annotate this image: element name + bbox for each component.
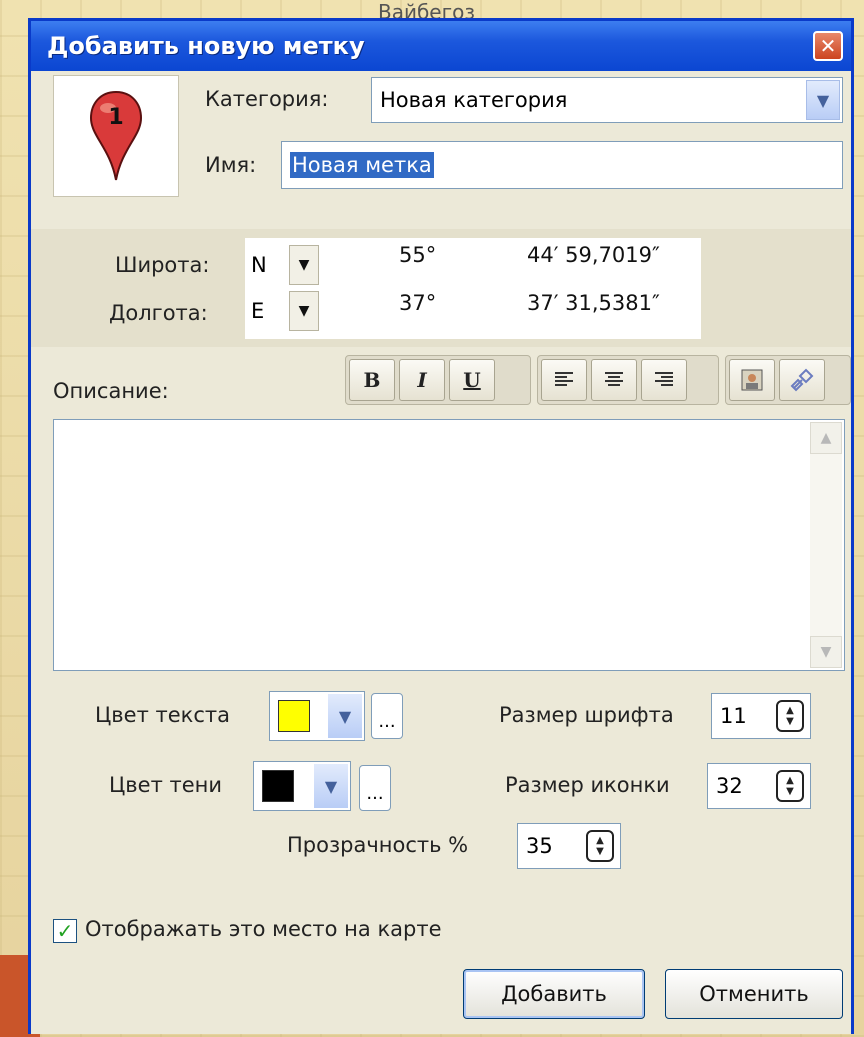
latitude-hemisphere[interactable]: N [245,245,287,285]
text-color-picker[interactable]: ▼ [269,691,365,741]
font-size-label: Размер шрифта [499,703,674,727]
description-scrollbar[interactable]: ▲ ▼ [810,422,842,668]
ellipsis-icon: ... [366,783,384,804]
add-button-label: Добавить [501,982,607,1006]
shadow-color-picker[interactable]: ▼ [253,761,351,811]
marker-number: 1 [108,105,123,130]
latitude-degrees[interactable]: 55° [399,243,436,267]
font-size-spinner[interactable]: 11 ▲ ▼ [711,693,811,739]
description-textarea[interactable]: ▲ ▼ [53,419,845,671]
cancel-button[interactable]: Отменить [665,969,843,1019]
underline-icon: U [463,368,481,392]
text-style-toolbar: B I U [345,355,531,405]
latitude-hemisphere-dropdown[interactable]: ▼ [289,245,319,285]
chevron-up-icon: ▲ [820,430,832,446]
icon-size-label: Размер иконки [505,773,670,797]
name-input[interactable]: Новая метка [281,141,843,189]
longitude-hemisphere[interactable]: E [245,291,287,331]
description-label: Описание: [53,379,169,403]
arrow-down-icon: ▼ [786,716,794,727]
dialog-title: Добавить новую метку [47,32,365,60]
cancel-button-label: Отменить [699,982,809,1006]
scroll-up-button[interactable]: ▲ [810,422,842,454]
bold-button[interactable]: B [349,359,395,401]
category-dropdown-button[interactable]: ▼ [806,80,840,120]
chevron-down-icon: ▼ [816,90,830,110]
arrow-up-icon: ▲ [596,835,604,846]
ellipsis-icon: ... [378,711,396,732]
shadow-color-swatch [262,770,294,802]
arrow-up-icon: ▲ [786,705,794,716]
arrow-down-icon: ▼ [596,846,604,857]
longitude-hemisphere-dropdown[interactable]: ▼ [289,291,319,331]
show-on-map-label[interactable]: Отображать это место на карте [85,917,442,941]
underline-button[interactable]: U [449,359,495,401]
chevron-down-icon: ▼ [338,706,352,726]
caret-down-icon: ▼ [298,257,310,273]
icon-size-spinner[interactable]: 32 ▲ ▼ [707,763,811,809]
text-color-label: Цвет текста [95,703,230,727]
icon-size-value: 32 [716,774,743,798]
transparency-spinner[interactable]: 35 ▲ ▼ [517,823,621,869]
align-center-icon [605,372,623,386]
add-button[interactable]: Добавить [463,969,645,1019]
align-right-icon [655,372,673,386]
title-bar[interactable]: Добавить новую метку ✕ [31,21,851,71]
shadow-color-label: Цвет тени [109,773,223,797]
category-value: Новая категория [380,88,568,112]
icon-size-spin-button[interactable]: ▲ ▼ [776,770,804,802]
shadow-color-dropdown[interactable]: ▼ [314,764,348,808]
name-value: Новая метка [290,152,434,178]
shadow-color-more-button[interactable]: ... [359,765,391,811]
bold-icon: B [363,368,381,392]
align-left-icon [555,372,573,386]
category-select[interactable]: Новая категория ▼ [371,77,843,123]
checkmark-icon: ✓ [56,919,74,943]
font-size-value: 11 [720,704,747,728]
add-placemark-dialog: Добавить новую метку ✕ 1 Категория: Нова… [28,18,854,1034]
align-center-button[interactable] [591,359,637,401]
insert-link-button[interactable] [779,359,825,401]
name-label: Имя: [205,153,257,177]
alignment-toolbar [537,355,719,405]
transparency-spin-button[interactable]: ▲ ▼ [586,830,614,862]
text-color-more-button[interactable]: ... [371,693,403,739]
transparency-label: Прозрачность % [287,833,469,857]
longitude-degrees[interactable]: 37° [399,291,436,315]
show-on-map-checkbox[interactable]: ✓ [53,919,77,943]
align-right-button[interactable] [641,359,687,401]
text-color-dropdown[interactable]: ▼ [328,694,362,738]
scroll-down-button[interactable]: ▼ [810,636,842,668]
font-size-spin-button[interactable]: ▲ ▼ [776,700,804,732]
text-color-swatch [278,700,310,732]
chevron-down-icon: ▼ [820,644,832,660]
longitude-label: Долгота: [109,301,208,325]
chevron-down-icon: ▼ [324,776,338,796]
arrow-up-icon: ▲ [786,775,794,786]
insert-toolbar [725,355,851,405]
latitude-minutes-seconds[interactable]: 44′ 59,7019″ [527,243,660,267]
insert-image-button[interactable] [729,359,775,401]
map-pin-icon: 1 [89,90,143,181]
marker-icon-preview[interactable]: 1 [53,75,179,197]
latitude-label: Широта: [115,253,210,277]
caret-down-icon: ▼ [298,303,310,319]
close-icon: ✕ [819,34,837,58]
italic-button[interactable]: I [399,359,445,401]
italic-icon: I [417,368,427,392]
category-label: Категория: [205,87,329,111]
longitude-minutes-seconds[interactable]: 37′ 31,5381″ [527,291,660,315]
link-icon [790,368,814,392]
align-left-button[interactable] [541,359,587,401]
close-button[interactable]: ✕ [813,31,843,61]
arrow-down-icon: ▼ [786,786,794,797]
transparency-value: 35 [526,834,553,858]
image-icon [741,369,763,391]
